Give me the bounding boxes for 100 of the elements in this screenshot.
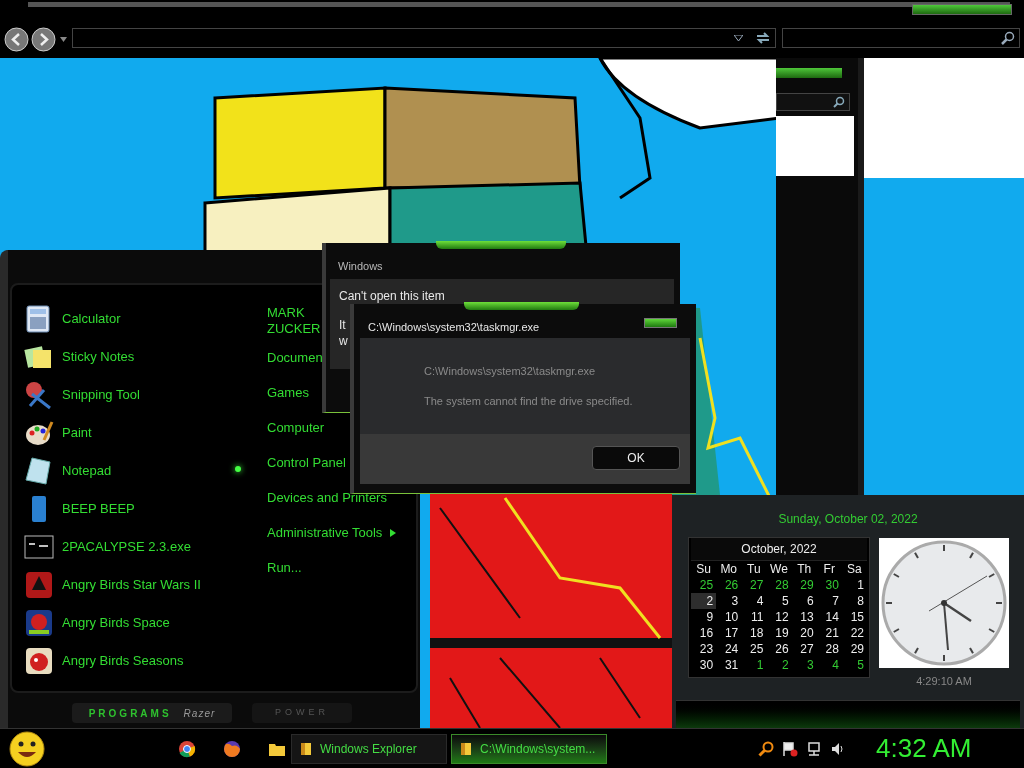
place-item[interactable]: Devices and Printers [267,480,397,515]
calendar-day[interactable]: 24 [716,641,742,657]
ok-button[interactable]: OK [592,446,680,470]
program-item[interactable]: Calculator [24,300,224,338]
dialog-message: The system cannot find the drive specified. [424,394,633,408]
calendar-day[interactable]: 14 [816,609,842,625]
game-tile-icon [24,646,54,676]
calendar-day[interactable]: 20 [791,625,817,641]
calendar-day[interactable]: 25 [741,641,767,657]
calendar-day[interactable]: 28 [766,577,792,593]
calendar-day[interactable]: 3 [791,657,817,673]
calendar-day[interactable]: 31 [716,657,742,673]
program-item[interactable]: Angry Birds Seasons [24,642,224,680]
window-control-button[interactable] [912,4,1012,15]
search-field[interactable] [776,93,850,111]
calendar-day[interactable]: 29 [791,577,817,593]
calendar-day[interactable]: 5 [766,593,792,609]
calendar-day[interactable]: 10 [716,609,742,625]
weekday-label: Fr [822,561,836,577]
place-item[interactable]: MARK ZUCKER [267,302,323,340]
forward-button[interactable] [31,27,56,52]
date-heading: Sunday, October 02, 2022 [777,511,919,528]
calendar-day[interactable]: 8 [841,593,867,609]
weekday-label: Tu [746,561,762,577]
weekday-label: Sa [846,561,863,577]
programs-label: PROGRAMS [88,706,172,721]
calendar-day[interactable]: 9 [691,609,717,625]
calendar-day[interactable]: 27 [741,577,767,593]
weekday-label: Su [695,561,712,577]
dialog-text: It [339,317,347,333]
search-field[interactable] [782,28,1020,48]
calendar-day[interactable]: 22 [841,625,867,641]
taskbar-button[interactable]: C:\Windows\system... [451,733,607,764]
program-item[interactable]: Paint [24,414,224,452]
calendar-day[interactable]: 16 [691,625,717,641]
taskbar-clock[interactable]: 4:32 AM [876,729,972,768]
program-item[interactable]: Angry Birds Star Wars II [24,566,224,604]
flag-error-icon[interactable] [782,740,798,757]
calendar-day[interactable]: 7 [816,593,842,609]
calendar-day[interactable]: 15 [841,609,867,625]
program-item[interactable]: Angry Birds Space [24,604,224,642]
calendar-day[interactable]: 19 [766,625,792,641]
dialog-title: C:\Windows\system32\taskmgr.exe [368,320,540,335]
caret-icon [734,35,743,41]
calendar-day[interactable]: 30 [816,577,842,593]
calendar-day[interactable]: 5 [841,657,867,673]
calendar-day[interactable]: 2 [691,593,717,609]
refresh-icon [755,30,771,46]
calendar-day[interactable]: 26 [716,577,742,593]
calendar-day[interactable]: 6 [791,593,817,609]
taskbar-button[interactable]: Windows Explorer [291,733,447,764]
brand-logo-text: Razer [183,706,216,721]
calendar-day[interactable]: 18 [741,625,767,641]
window-control-button[interactable] [776,68,842,78]
calendar-day[interactable]: 11 [741,609,767,625]
program-item[interactable]: Sticky Notes [24,338,224,376]
calendar-day[interactable]: 1 [841,577,867,593]
search-icon[interactable] [758,740,774,757]
weekday-label: Mo [719,561,739,577]
calendar-day[interactable]: 13 [791,609,817,625]
network-icon[interactable] [806,740,822,757]
calendar-day[interactable]: 28 [816,641,842,657]
calendar-day[interactable]: 26 [766,641,792,657]
game-tile-icon [24,570,54,600]
game-tile-icon [24,608,54,638]
calendar-day[interactable]: 17 [716,625,742,641]
calendar-day[interactable]: 3 [716,593,742,609]
calendar-day[interactable]: 30 [691,657,717,673]
browser-icon[interactable] [178,739,196,758]
calendar-day[interactable]: 4 [741,593,767,609]
dialog-heading: Can't open this item [339,288,445,305]
program-item[interactable]: Snipping Tool [24,376,224,414]
calendar-day[interactable]: 23 [691,641,717,657]
calendar-day[interactable]: 12 [766,609,792,625]
calendar-day[interactable]: 29 [841,641,867,657]
clock-time: 4:29:10 AM [915,674,973,689]
place-item[interactable]: Run... [267,550,397,585]
fox-globe-icon[interactable] [223,739,241,758]
search-icon [1001,31,1015,45]
dialog-message: C:\Windows\system32\taskmgr.exe [424,364,597,378]
program-item[interactable]: 2PACALYPSE 2.3.exe [24,528,224,566]
window-control-button[interactable] [644,318,677,328]
program-item[interactable]: BEEP BEEP [24,490,224,528]
weekday-label: We [769,561,789,577]
place-item[interactable]: Administrative Tools [267,515,397,550]
calendar-day[interactable]: 27 [791,641,817,657]
calendar-day[interactable]: 2 [766,657,792,673]
program-item[interactable]: Notepad [24,452,224,490]
back-button[interactable] [4,27,29,52]
programs-button[interactable]: PROGRAMS Razer [72,703,232,723]
calendar-day[interactable]: 4 [816,657,842,673]
caret-icon [60,37,67,42]
month-title: October, 2022 [691,538,867,561]
submenu-arrow-icon [390,528,397,537]
folder-icon [460,741,472,756]
folder-icon [300,741,312,756]
calendar-day[interactable]: 25 [691,577,717,593]
calendar-day[interactable]: 1 [741,657,767,673]
smiley-start-button[interactable] [8,729,46,768]
calendar-day[interactable]: 21 [816,625,842,641]
